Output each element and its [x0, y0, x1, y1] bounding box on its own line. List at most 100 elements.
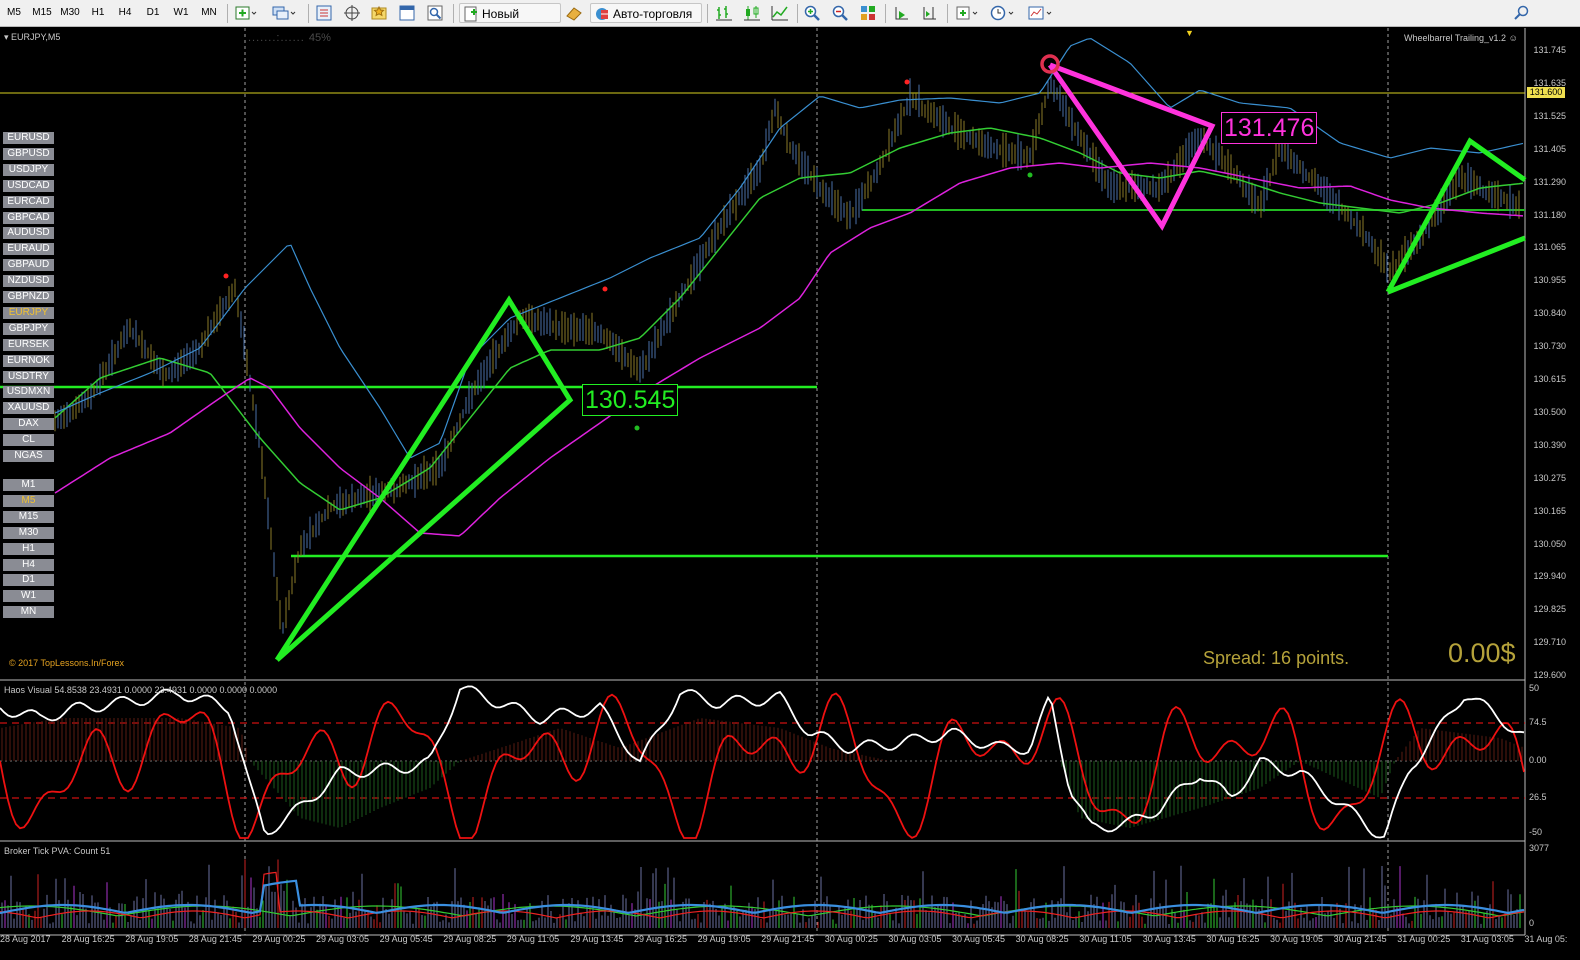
- progress-indicator: .......:...... 45%: [248, 32, 331, 44]
- haos-indicator-label: Haos Visual 54.8538 23.4931 0.0000 23.49…: [4, 685, 278, 695]
- symbol-button-usdmxn[interactable]: USDMXN: [3, 386, 54, 399]
- symbol-button-gbpnzd[interactable]: GBPNZD: [3, 291, 54, 303]
- timeframe-button-w1[interactable]: W1: [3, 590, 54, 603]
- time-tick: 28 Aug 21:45: [188, 934, 242, 944]
- terminal-icon[interactable]: [398, 4, 416, 22]
- zoom-in-icon[interactable]: [803, 4, 821, 22]
- timeframe-button-m15[interactable]: M15: [3, 510, 54, 523]
- new-chart-icon[interactable]: [234, 4, 257, 22]
- profit-label: 0.00$: [1448, 638, 1516, 668]
- timeframe-button-mn[interactable]: MN: [3, 606, 54, 619]
- moving-average-line: [54, 127, 1524, 511]
- price-tick: 129.940: [1533, 571, 1566, 582]
- search-icon[interactable]: [1513, 4, 1531, 22]
- time-tick: 31 Aug 03:05: [1460, 934, 1514, 944]
- pattern-green-wave: [1385, 137, 1527, 294]
- tick-volume-tick: 3077: [1529, 843, 1550, 853]
- symbol-button-eurjpy[interactable]: EURJPY: [3, 306, 54, 319]
- price-tick: 130.840: [1533, 308, 1566, 319]
- symbol-button-cl[interactable]: CL: [3, 434, 54, 447]
- tile-windows-icon[interactable]: [859, 4, 877, 22]
- timeframe-d1[interactable]: D1: [143, 5, 163, 21]
- timeframe-button-h4[interactable]: H4: [3, 558, 54, 571]
- timeframe-mn[interactable]: MN: [198, 5, 220, 21]
- symbol-dropdown[interactable]: ▾ EURJPY,M5: [4, 32, 60, 43]
- price-tick: 130.390: [1533, 439, 1566, 450]
- timeframe-w1[interactable]: W1: [171, 5, 191, 21]
- time-tick: 30 Aug 13:45: [1142, 934, 1196, 944]
- timeframe-h4[interactable]: H4: [115, 5, 135, 21]
- navigator-icon[interactable]: [343, 4, 361, 22]
- symbol-button-audusd[interactable]: AUDUSD: [3, 227, 54, 240]
- time-tick: 29 Aug 21:45: [761, 934, 815, 944]
- favorites-icon[interactable]: [370, 4, 388, 22]
- timeframe-button-m1[interactable]: M1: [3, 479, 54, 491]
- fractal-marker: [223, 273, 229, 279]
- pattern-magenta-triangle: [1047, 62, 1216, 231]
- time-tick: 30 Aug 05:45: [952, 934, 1006, 944]
- symbol-button-usdjpy[interactable]: USDJPY: [3, 163, 54, 176]
- symbol-button-eursek[interactable]: EURSEK: [3, 338, 54, 351]
- chart-window[interactable]: ▾ EURJPY,M5 .......:...... 45% Wheelbarr…: [0, 28, 1580, 960]
- timeframe-button-m5[interactable]: M5: [3, 494, 54, 507]
- price-tick: 130.275: [1533, 472, 1566, 483]
- timeframe-button-h1[interactable]: H1: [3, 542, 54, 555]
- symbol-button-eurcad[interactable]: EURCAD: [3, 195, 54, 208]
- time-tick: 28 Aug 19:05: [125, 934, 179, 944]
- symbol-button-xauusd[interactable]: XAUUSD: [3, 402, 54, 415]
- oscillator-tick: -50: [1529, 827, 1543, 837]
- metaeditor-icon[interactable]: [565, 4, 583, 22]
- smiley-icon: ☺: [1508, 33, 1518, 43]
- timeframe-m5[interactable]: M5: [4, 5, 24, 21]
- chart-shift-icon[interactable]: [921, 4, 939, 22]
- symbol-button-dax[interactable]: DAX: [3, 418, 54, 431]
- symbol-button-usdcad[interactable]: USDCAD: [3, 179, 54, 192]
- price-tick: 131.290: [1533, 176, 1566, 187]
- symbol-button-gbpusd[interactable]: GBPUSD: [3, 147, 54, 160]
- price-tick: 130.165: [1533, 505, 1566, 516]
- line-chart-icon[interactable]: [771, 4, 789, 22]
- time-tick: 31 Aug 05:: [1524, 934, 1568, 944]
- price-tick: 130.615: [1533, 374, 1566, 384]
- toolbar-separator: [308, 4, 309, 23]
- symbol-button-gbpaud[interactable]: GBPAUD: [3, 259, 54, 272]
- timeframe-h1[interactable]: H1: [88, 5, 108, 21]
- symbol-button-eurnok[interactable]: EURNOK: [3, 354, 54, 367]
- templates-icon[interactable]: [1028, 4, 1052, 22]
- fractal-marker: [904, 79, 910, 85]
- symbol-button-nzdusd[interactable]: NZDUSD: [3, 275, 54, 288]
- candlestick-chart-icon[interactable]: [743, 4, 761, 22]
- expert-name: Wheelbarrel Trailing_v1.2: [1404, 33, 1507, 43]
- bar-chart-icon[interactable]: [715, 4, 733, 22]
- symbol-button-gbpjpy[interactable]: GBPJPY: [3, 322, 54, 335]
- shift-marker-icon[interactable]: ▼: [1185, 28, 1194, 38]
- progress-label: 45%: [308, 32, 331, 44]
- strategy-tester-icon[interactable]: [426, 4, 444, 22]
- timeframe-button-m30[interactable]: M30: [3, 526, 54, 539]
- price-tick: 130.955: [1533, 275, 1566, 286]
- current-price-marker: 131.600: [1527, 87, 1565, 98]
- symbol-button-usdtry[interactable]: USDTRY: [3, 370, 54, 383]
- timeframe-m15[interactable]: M15: [30, 5, 54, 21]
- timeframe-m30[interactable]: M30: [58, 5, 82, 21]
- time-tick: 30 Aug 19:05: [1270, 934, 1324, 944]
- symbol-button-ngas[interactable]: NGAS: [3, 450, 54, 462]
- pattern-green-wave: [1387, 235, 1526, 295]
- market-watch-icon[interactable]: [315, 4, 333, 22]
- profiles-icon[interactable]: [272, 4, 296, 22]
- new-order-button[interactable]: Новый ордер: [459, 3, 561, 41]
- price-chart-canvas[interactable]: [0, 28, 1580, 960]
- periods-clock-icon[interactable]: [990, 4, 1014, 22]
- auto-scroll-icon[interactable]: [893, 4, 911, 22]
- timeframe-button-d1[interactable]: D1: [3, 574, 54, 587]
- fractal-marker: [634, 425, 640, 431]
- autotrading-label: Авто-торговля: [613, 7, 693, 21]
- indicators-icon[interactable]: [955, 4, 978, 22]
- price-tick: 129.825: [1533, 604, 1566, 615]
- autotrading-button[interactable]: Авто-торговля: [590, 3, 702, 23]
- zoom-out-icon[interactable]: [831, 4, 849, 22]
- symbol-button-eurusd[interactable]: EURUSD: [3, 132, 54, 144]
- symbol-button-euraud[interactable]: EURAUD: [3, 243, 54, 256]
- symbol-button-gbpcad[interactable]: GBPCAD: [3, 211, 54, 224]
- toolbar-separator: [797, 4, 798, 23]
